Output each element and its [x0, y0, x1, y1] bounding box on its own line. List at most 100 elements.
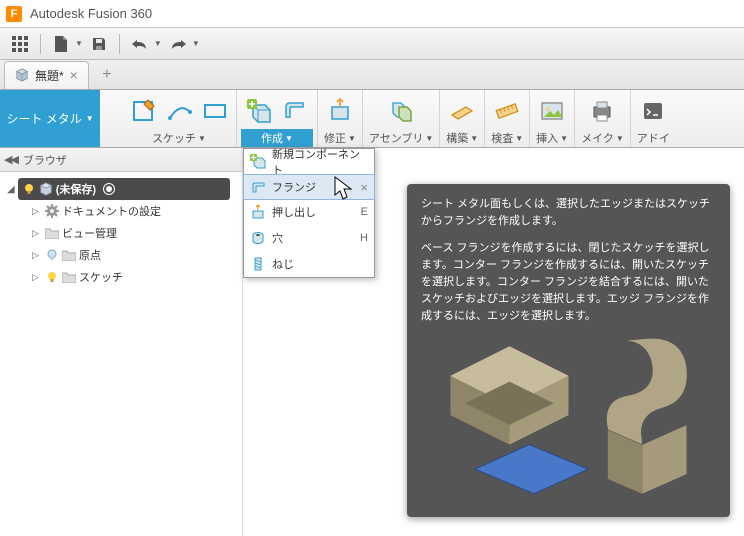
new-tab-button[interactable]: + — [95, 63, 119, 87]
ribbon-group-addin: アドイ — [631, 90, 676, 147]
file-button[interactable] — [47, 31, 75, 57]
twisty-icon[interactable]: ▷ — [32, 228, 42, 239]
tooltip-image — [421, 335, 716, 505]
press-pull-icon — [326, 97, 354, 125]
redo-button[interactable] — [164, 31, 192, 57]
document-tab[interactable]: 無題* × — [4, 61, 89, 89]
flange-icon — [281, 97, 309, 125]
construct-button[interactable] — [447, 96, 477, 126]
dropdown-caret-icon[interactable]: ▼ — [192, 39, 200, 48]
sketch-square-icon — [130, 98, 156, 124]
collapse-icon: ◀◀ — [4, 153, 17, 166]
active-radio-icon[interactable] — [103, 183, 115, 195]
ribbon-toolbar: シート メタル▼ スケッチ▼ 作成▼ — [0, 90, 744, 148]
addin-button[interactable] — [638, 96, 668, 126]
create-box-button[interactable] — [244, 96, 274, 126]
tooltip-text-1: シート メタル面もしくは、選択したエッジまたはスケッチからフランジを作成します。 — [421, 196, 716, 230]
new-box-icon — [245, 97, 273, 125]
tree-root[interactable]: (未保存) — [18, 178, 230, 200]
thread-icon — [250, 256, 266, 272]
cube-icon — [15, 68, 29, 82]
save-icon — [91, 36, 107, 52]
ribbon-label-addin[interactable]: アドイ — [637, 130, 670, 146]
workspace-switcher[interactable]: シート メタル▼ — [0, 90, 100, 147]
ribbon-label-sketch[interactable]: スケッチ▼ — [152, 130, 206, 146]
measure-icon — [493, 97, 521, 125]
grid-icon — [12, 36, 28, 52]
inspect-button[interactable] — [492, 96, 522, 126]
app-logo-icon: F — [6, 6, 22, 22]
printer-icon — [588, 97, 616, 125]
tree-item-view[interactable]: ▷ ビュー管理 — [4, 222, 242, 244]
ribbon-group-sketch: スケッチ▼ — [100, 90, 237, 147]
twisty-icon[interactable]: ▷ — [32, 272, 42, 283]
sketch-line-button[interactable] — [164, 96, 194, 126]
sketch-create-button[interactable] — [128, 96, 158, 126]
modify-button[interactable] — [325, 96, 355, 126]
hole-icon — [250, 230, 266, 246]
ribbon-label-construct[interactable]: 構築▼ — [446, 130, 478, 146]
title-bar: F Autodesk Fusion 360 — [0, 0, 744, 28]
app-title: Autodesk Fusion 360 — [30, 6, 152, 21]
folder-icon — [62, 248, 76, 262]
lightbulb-icon[interactable] — [45, 270, 59, 284]
make-button[interactable] — [587, 96, 617, 126]
ribbon-label-create[interactable]: 作成▼ — [241, 129, 313, 147]
pin-close-icon[interactable]: × — [360, 180, 368, 195]
menu-item-hole[interactable]: 穴 H — [244, 225, 374, 251]
ribbon-label-make[interactable]: メイク▼ — [581, 130, 624, 146]
canvas[interactable]: 新規コンポーネント フランジ × 押し出し E 穴 H ねじ — [243, 148, 744, 536]
rect-icon — [202, 98, 228, 124]
save-button[interactable] — [85, 31, 113, 57]
browser-panel: ◀◀ ブラウザ ◢ (未保存) ▷ ドキュメントの設定 ▷ — [0, 148, 243, 536]
quick-access-toolbar: ▼ ▼ ▼ — [0, 28, 744, 60]
ribbon-label-assembly[interactable]: アセンブリ▼ — [369, 130, 433, 146]
ribbon-group-create: 作成▼ — [237, 90, 318, 147]
browser-tree: ◢ (未保存) ▷ ドキュメントの設定 ▷ ビュー管理 ▷ — [0, 172, 242, 288]
twisty-icon[interactable]: ▷ — [32, 250, 42, 261]
browser-header[interactable]: ◀◀ ブラウザ — [0, 148, 242, 172]
close-tab-icon[interactable]: × — [70, 67, 78, 83]
ribbon-label-insert[interactable]: 挿入▼ — [536, 130, 568, 146]
twisty-icon[interactable]: ◢ — [4, 184, 18, 195]
menu-item-new-component[interactable]: 新規コンポーネント — [244, 149, 374, 175]
dropdown-caret-icon[interactable]: ▼ — [154, 39, 162, 48]
menu-item-extrude[interactable]: 押し出し E — [244, 199, 374, 225]
tree-item-doc-settings[interactable]: ▷ ドキュメントの設定 — [4, 200, 242, 222]
tooltip-panel: シート メタル面もしくは、選択したエッジまたはスケッチからフランジを作成します。… — [407, 184, 730, 517]
ribbon-group-make: メイク▼ — [575, 90, 631, 147]
undo-button[interactable] — [126, 31, 154, 57]
ribbon-label-inspect[interactable]: 検査▼ — [491, 130, 523, 146]
ribbon-label-modify[interactable]: 修正▼ — [324, 130, 356, 146]
assembly-button[interactable] — [386, 96, 416, 126]
menu-item-flange[interactable]: フランジ × — [243, 174, 375, 200]
image-icon — [538, 97, 566, 125]
plane-icon — [448, 97, 476, 125]
script-icon — [639, 97, 667, 125]
tooltip-text-2: ベース フランジを作成するには、閉じたスケッチを選択します。コンター フランジを… — [421, 240, 716, 325]
extrude-icon — [250, 204, 266, 220]
create-flange-button[interactable] — [280, 96, 310, 126]
document-tabs: 無題* × + — [0, 60, 744, 90]
new-component-icon — [250, 154, 266, 170]
twisty-icon[interactable]: ▷ — [32, 206, 42, 217]
ribbon-group-assembly: アセンブリ▼ — [363, 90, 440, 147]
sketch-rect-button[interactable] — [200, 96, 230, 126]
ribbon-group-construct: 構築▼ — [440, 90, 485, 147]
line-arc-icon — [166, 98, 192, 124]
menu-item-thread[interactable]: ねじ — [244, 251, 374, 277]
flange-icon — [250, 179, 266, 195]
tab-label: 無題* — [35, 67, 64, 84]
insert-button[interactable] — [537, 96, 567, 126]
lightbulb-icon — [22, 182, 36, 196]
ribbon-group-insert: 挿入▼ — [530, 90, 575, 147]
lightbulb-off-icon[interactable] — [45, 248, 59, 262]
tree-item-sketch[interactable]: ▷ スケッチ — [4, 266, 242, 288]
cube-icon — [39, 182, 53, 196]
dropdown-caret-icon[interactable]: ▼ — [75, 39, 83, 48]
main-area: ◀◀ ブラウザ ◢ (未保存) ▷ ドキュメントの設定 ▷ — [0, 148, 744, 536]
data-panel-button[interactable] — [6, 31, 34, 57]
folder-icon — [62, 270, 76, 284]
tree-item-origin[interactable]: ▷ 原点 — [4, 244, 242, 266]
undo-icon — [131, 38, 149, 50]
